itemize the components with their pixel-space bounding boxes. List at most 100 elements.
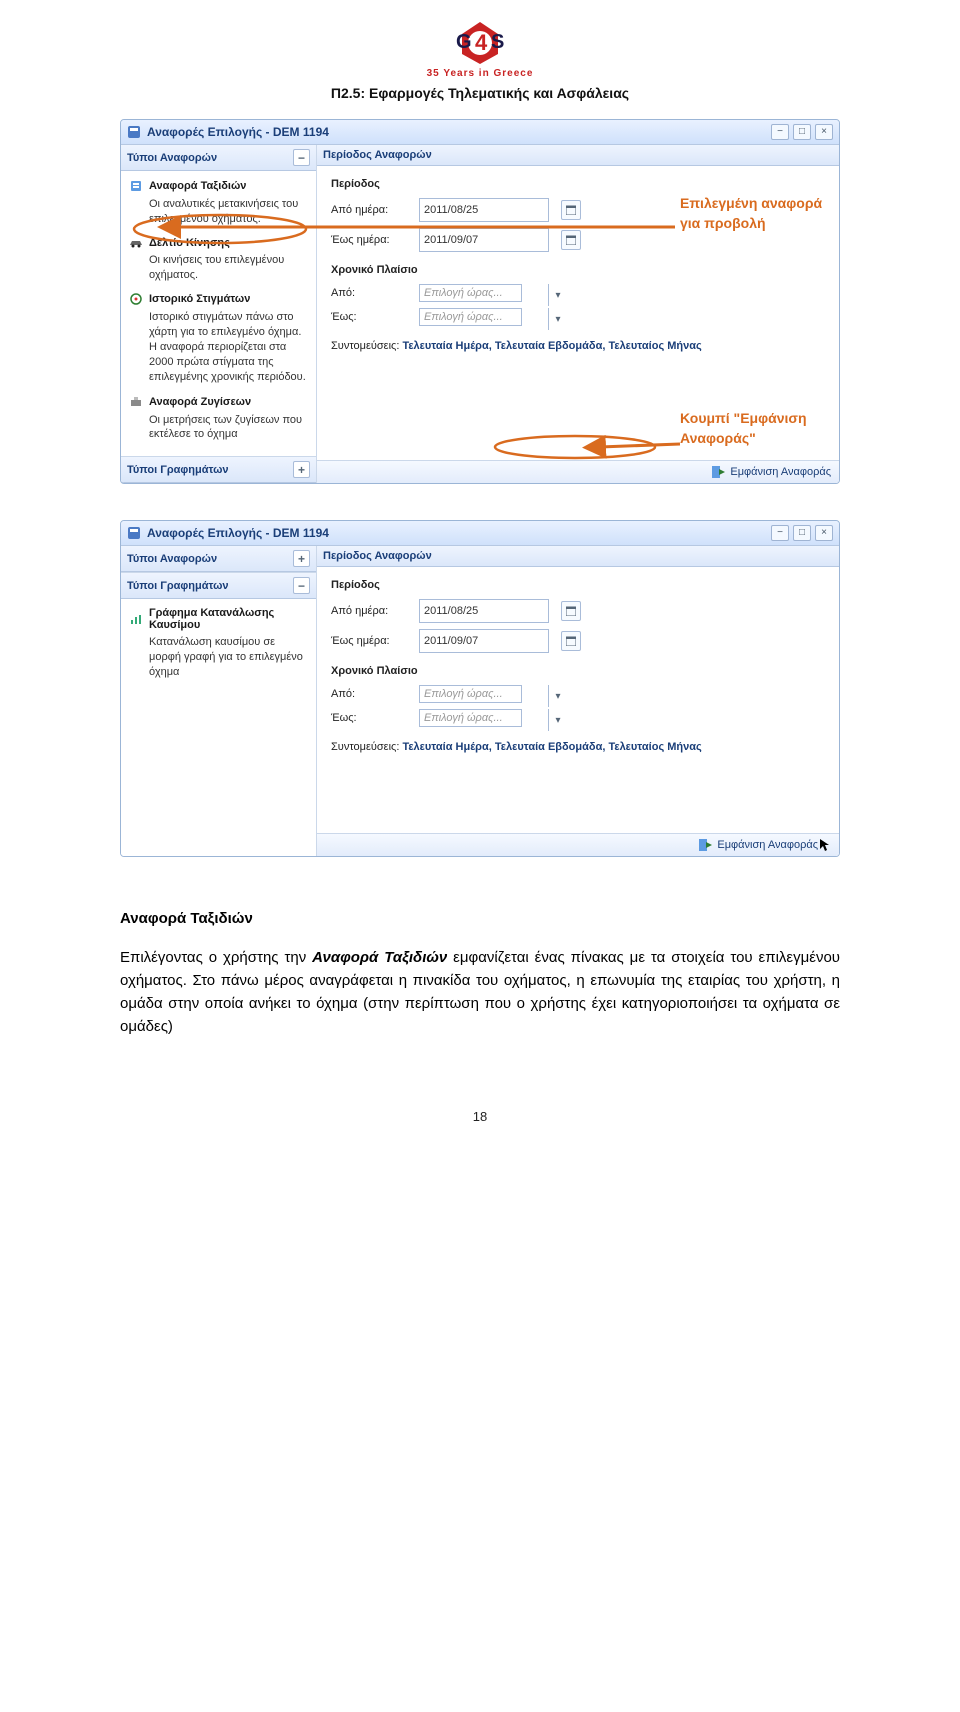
period-header-label: Περίοδος Αναφορών (323, 149, 432, 161)
logo: G 4 S 35 Years in Greece (120, 20, 840, 79)
minimize-button[interactable]: − (771, 525, 789, 541)
report-type-desc: Οι μετρήσεις των ζυγίσεων που εκτέλεσε τ… (149, 413, 308, 443)
to-date-input[interactable]: 2011/09/07 (419, 228, 549, 252)
report-run-icon (711, 465, 725, 479)
annotation-show-button: Κουμπί "Εμφάνιση Αναφοράς" (680, 409, 840, 448)
report-type-movement[interactable]: Δελτίο Κίνησης Οι κινήσεις του επιλεγμέν… (129, 237, 308, 283)
select-placeholder: Επιλογή ώρας... (419, 709, 522, 727)
close-button[interactable]: × (815, 124, 833, 140)
timeframe-section-label: Χρονικό Πλαίσιο (331, 665, 825, 677)
timeframe-section-label: Χρονικό Πλαίσιο (331, 264, 825, 276)
show-report-button[interactable]: Εμφάνιση Αναφοράς (711, 465, 831, 479)
to-time-label: Έως: (331, 311, 411, 323)
from-time-select[interactable]: Επιλογή ώρας... ▾ (419, 284, 567, 302)
collapse-icon[interactable]: − (293, 149, 310, 166)
chart-types-label: Τύποι Γραφημάτων (127, 580, 229, 592)
window-title: Αναφορές Επιλογής - DEM 1194 (147, 526, 329, 540)
chevron-down-icon: ▾ (548, 284, 567, 306)
window-title: Αναφορές Επιλογής - DEM 1194 (147, 125, 329, 139)
close-button[interactable]: × (815, 525, 833, 541)
from-time-select[interactable]: Επιλογή ώρας... ▾ (419, 685, 567, 703)
calendar-icon[interactable] (561, 601, 581, 621)
report-type-title: Ιστορικό Στιγμάτων (149, 293, 250, 305)
show-report-button[interactable]: Εμφάνιση Αναφοράς (698, 838, 831, 852)
calendar-icon[interactable] (561, 631, 581, 651)
titlebar: Αναφορές Επιλογής - DEM 1194 − □ × (121, 521, 839, 546)
calendar-icon[interactable] (561, 230, 581, 250)
car-icon (129, 237, 143, 249)
window-icon (127, 125, 141, 139)
select-placeholder: Επιλογή ώρας... (419, 308, 522, 326)
period-header: Περίοδος Αναφορών (317, 546, 839, 567)
report-type-travel[interactable]: Αναφορά Ταξιδιών Οι αναλυτικές μετακινήσ… (129, 179, 308, 227)
chart-type-title: Γράφημα Κατανάλωσης Καυσίμου (149, 607, 308, 631)
titlebar: Αναφορές Επιλογής - DEM 1194 − □ × (121, 120, 839, 145)
chart-type-desc: Κατανάλωση καυσίμου σε μορφή γραφή για τ… (149, 635, 308, 680)
show-report-label: Εμφάνιση Αναφοράς (717, 839, 818, 851)
period-header: Περίοδος Αναφορών (317, 145, 839, 166)
report-type-weighing[interactable]: Αναφορά Ζυγίσεων Οι μετρήσεις των ζυγίσε… (129, 395, 308, 443)
to-time-select[interactable]: Επιλογή ώρας... ▾ (419, 308, 567, 326)
from-date-input[interactable]: 2011/08/25 (419, 198, 549, 222)
report-type-history[interactable]: Ιστορικό Στιγμάτων Ιστορικό στιγμάτων πά… (129, 292, 308, 384)
shortcuts-links[interactable]: Τελευταία Ημέρα, Τελευταία Εβδομάδα, Τελ… (402, 340, 701, 352)
to-date-input[interactable]: 2011/09/07 (419, 629, 549, 653)
svg-text:4: 4 (475, 30, 488, 55)
report-types-label: Τύποι Αναφορών (127, 553, 217, 565)
maximize-button[interactable]: □ (793, 525, 811, 541)
period-section-label: Περίοδος (331, 178, 825, 190)
from-date-label: Από ημέρα: (331, 605, 411, 617)
minimize-button[interactable]: − (771, 124, 789, 140)
chart-type-fuel[interactable]: Γράφημα Κατανάλωσης Καυσίμου Κατανάλωση … (129, 607, 308, 680)
logo-subtitle: 35 Years in Greece (427, 68, 534, 79)
collapse-icon[interactable]: − (293, 577, 310, 594)
expand-icon[interactable]: + (293, 461, 310, 478)
chevron-down-icon: ▾ (548, 709, 567, 731)
cursor-icon (819, 838, 831, 852)
chart-icon (129, 612, 143, 626)
to-time-select[interactable]: Επιλογή ώρας... ▾ (419, 709, 567, 727)
expand-icon[interactable]: + (293, 550, 310, 567)
shortcuts-links[interactable]: Τελευταία Ημέρα, Τελευταία Εβδομάδα, Τελ… (402, 741, 701, 753)
report-types-header[interactable]: Τύποι Αναφορών − (121, 145, 316, 171)
select-placeholder: Επιλογή ώρας... (419, 284, 522, 302)
report-type-title: Αναφορά Ζυγίσεων (149, 396, 251, 408)
to-date-label: Έως ημέρα: (331, 234, 411, 246)
report-types-label: Τύποι Αναφορών (127, 152, 217, 164)
body-paragraph: Επιλέγοντας ο χρήστης την Αναφορά Ταξιδι… (120, 946, 840, 1039)
show-report-label: Εμφάνιση Αναφοράς (730, 466, 831, 478)
from-date-input[interactable]: 2011/08/25 (419, 599, 549, 623)
document-title: Π2.5: Εφαρμογές Τηλεματικής και Ασφάλεια… (120, 85, 840, 101)
svg-text:G: G (456, 31, 472, 53)
app-window-2: Αναφορές Επιλογής - DEM 1194 − □ × Τύποι… (120, 520, 840, 857)
shortcuts-label: Συντομεύσεις: (331, 340, 402, 352)
to-date-label: Έως ημέρα: (331, 635, 411, 647)
from-time-label: Από: (331, 287, 411, 299)
svg-text:S: S (491, 31, 504, 53)
report-icon (129, 179, 143, 193)
scale-icon (129, 395, 143, 409)
to-time-label: Έως: (331, 712, 411, 724)
period-section-label: Περίοδος (331, 579, 825, 591)
report-types-header[interactable]: Τύποι Αναφορών + (121, 546, 316, 572)
g4s-logo-icon: G 4 S (440, 20, 520, 66)
chart-types-header[interactable]: Τύποι Γραφημάτων − (121, 572, 316, 599)
calendar-icon[interactable] (561, 200, 581, 220)
chart-types-header[interactable]: Τύποι Γραφημάτων + (121, 456, 316, 483)
shortcuts-row: Συντομεύσεις: Τελευταία Ημέρα, Τελευταία… (331, 741, 825, 753)
shortcuts-row: Συντομεύσεις: Τελευταία Ημέρα, Τελευταία… (331, 340, 825, 352)
page-number: 18 (120, 1109, 840, 1124)
report-type-title: Αναφορά Ταξιδιών (149, 180, 246, 192)
chevron-down-icon: ▾ (548, 685, 567, 707)
maximize-button[interactable]: □ (793, 124, 811, 140)
window-icon (127, 526, 141, 540)
from-date-label: Από ημέρα: (331, 204, 411, 216)
history-icon (129, 292, 143, 306)
annotation-selected-report: Επιλεγμένη αναφορά για προβολή (680, 194, 840, 233)
body-para-bold: Αναφορά Ταξιδιών (312, 949, 447, 966)
report-type-desc: Οι κινήσεις του επιλεγμένου οχήματος. (149, 253, 308, 283)
shortcuts-label: Συντομεύσεις: (331, 741, 402, 753)
chart-types-label: Τύποι Γραφημάτων (127, 464, 229, 476)
report-type-desc: Οι αναλυτικές μετακινήσεις του επιλεγμέν… (149, 197, 308, 227)
period-header-label: Περίοδος Αναφορών (323, 550, 432, 562)
